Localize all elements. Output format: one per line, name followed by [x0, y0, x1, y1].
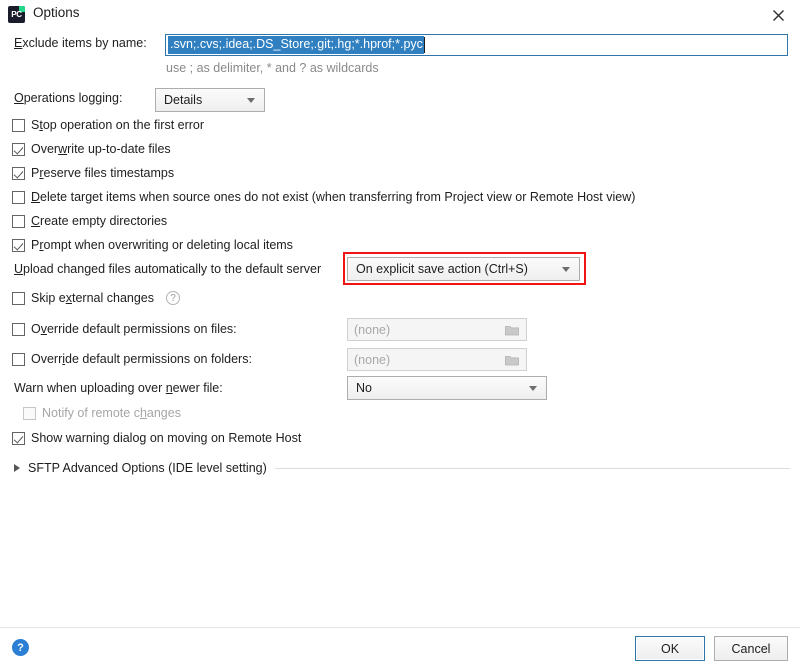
chevron-down-icon — [529, 386, 537, 391]
checkbox-label-post: de default permissions on folders: — [65, 352, 252, 366]
override-permissions-files-value: (none) — [354, 322, 391, 337]
checkbox-label-pre: Overr — [31, 352, 63, 366]
checkbox-box — [23, 406, 36, 420]
checkbox-box — [12, 431, 25, 445]
checkbox-label-pre: O — [31, 322, 41, 336]
pycharm-icon: PC — [8, 6, 25, 23]
chevron-down-icon — [562, 267, 570, 272]
warn-newer-file-label-mnemonic: n — [165, 381, 173, 395]
close-icon[interactable] — [764, 4, 792, 26]
exclude-items-input[interactable]: .svn;.cvs;.idea;.DS_Store;.git;.hg;*.hpr… — [165, 34, 788, 56]
checkbox-label-pre: Over — [31, 142, 59, 156]
cancel-button[interactable]: Cancel — [714, 636, 788, 661]
checkbox-box — [12, 190, 25, 204]
exclude-items-label: Exclude items by name: — [14, 36, 147, 50]
checkbox-label-post: op operation on the first error — [42, 118, 205, 132]
exclude-items-hint: use ; as delimiter, * and ? as wildcards — [166, 61, 379, 75]
separator — [274, 467, 790, 469]
checkbox-box — [12, 118, 25, 132]
warn-newer-file-label-pre: Warn when uploading over — [14, 381, 166, 395]
checkbox-label-mnemonic: D — [31, 190, 41, 204]
chevron-right-icon — [14, 464, 20, 472]
override-permissions-folders-input[interactable]: (none) — [347, 348, 527, 371]
title-bar: PC Options — [0, 0, 800, 28]
checkbox-label-pre: Notify of remote c — [42, 406, 140, 420]
checkbox-delete-target-items[interactable]: Delete target items when source ones do … — [12, 190, 635, 204]
checkbox-label-post: anges — [146, 406, 181, 420]
help-circle-icon[interactable]: ? — [12, 639, 29, 656]
checkbox-box — [12, 214, 25, 228]
upload-changed-files-select[interactable]: On explicit save action (Ctrl+S) — [347, 257, 580, 281]
folder-icon[interactable] — [505, 354, 519, 369]
checkbox-skip-external-changes[interactable]: Skip external changes — [12, 291, 154, 305]
checkbox-label-post: reate empty directories — [40, 214, 168, 228]
sftp-advanced-options-toggle[interactable]: SFTP Advanced Options (IDE level setting… — [14, 459, 790, 477]
warn-newer-file-label-post: ewer file: — [172, 381, 223, 395]
checkbox-box — [12, 352, 25, 366]
checkbox-box — [12, 142, 25, 156]
pycharm-icon-label: PC — [11, 10, 22, 19]
checkbox-show-warning-dialog[interactable]: Show warning dialog on moving on Remote … — [12, 431, 301, 445]
checkbox-label-mnemonic: C — [31, 214, 41, 228]
ok-button[interactable]: OK — [635, 636, 705, 661]
checkbox-label-post: eserve files timestamps — [43, 166, 175, 180]
checkbox-label-mnemonic: h — [139, 406, 147, 420]
checkbox-preserve-files-timestamps[interactable]: Preserve files timestamps — [12, 166, 174, 180]
warn-newer-file-value: No — [356, 381, 372, 395]
checkbox-create-empty-directories[interactable]: Create empty directories — [12, 214, 167, 228]
checkbox-notify-remote-changes: Notify of remote changes — [23, 406, 181, 420]
operations-logging-label-text: perations logging: — [23, 91, 123, 105]
options-dialog: PC Options Exclude items by name: .svn;.… — [0, 0, 800, 668]
override-permissions-files-input[interactable]: (none) — [347, 318, 527, 341]
checkbox-box — [12, 238, 25, 252]
checkbox-overwrite-up-to-date-files[interactable]: Overwrite up-to-date files — [12, 142, 171, 156]
checkbox-label-post: ompt when overwriting or deleting local … — [43, 238, 293, 252]
exclude-items-input-value: .svn;.cvs;.idea;.DS_Store;.git;.hg;*.hpr… — [168, 36, 424, 54]
checkbox-prompt-when-overwriting[interactable]: Prompt when overwriting or deleting loca… — [12, 238, 293, 252]
question-circle-icon[interactable]: ? — [166, 291, 180, 305]
checkbox-label-mnemonic: w — [58, 142, 68, 156]
checkbox-box — [12, 322, 25, 336]
dialog-title: Options — [33, 5, 80, 20]
upload-changed-files-value: On explicit save action (Ctrl+S) — [356, 262, 528, 276]
checkbox-label-pre: Skip e — [31, 291, 66, 305]
warn-newer-file-select[interactable]: No — [347, 376, 547, 400]
upload-changed-files-label-mnemonic: U — [14, 262, 24, 276]
checkbox-stop-operation-on-first-error[interactable]: Stop operation on the first error — [12, 118, 204, 132]
upload-changed-files-label-text: pload changed files automatically to the… — [23, 262, 322, 276]
checkbox-override-permissions-files[interactable]: Override default permissions on files: — [12, 322, 237, 336]
folder-icon[interactable] — [505, 324, 519, 339]
operations-logging-select[interactable]: Details — [155, 88, 265, 112]
exclude-items-label-text: xclude items by name: — [22, 36, 147, 50]
checkbox-label: Show warning dialog on moving on Remote … — [31, 431, 302, 445]
upload-changed-files-label: Upload changed files automatically to th… — [14, 262, 321, 276]
checkbox-label-post: rite up-to-date files — [67, 142, 171, 156]
checkbox-label-post: erride default permissions on files: — [46, 322, 237, 336]
warn-newer-file-label: Warn when uploading over newer file: — [14, 381, 223, 395]
checkbox-box — [12, 291, 25, 305]
operations-logging-label: Operations logging: — [14, 91, 122, 105]
sftp-advanced-options-label: SFTP Advanced Options (IDE level setting… — [28, 461, 267, 475]
text-caret — [423, 37, 425, 53]
operations-logging-value: Details — [164, 93, 203, 107]
checkbox-label-post: ternal changes — [72, 291, 155, 305]
footer-separator — [0, 627, 800, 628]
checkbox-label-post: elete target items when source ones do n… — [40, 190, 636, 204]
chevron-down-icon — [247, 98, 255, 103]
operations-logging-label-mnemonic: O — [14, 91, 24, 105]
checkbox-box — [12, 166, 25, 180]
checkbox-override-permissions-folders[interactable]: Override default permissions on folders: — [12, 352, 252, 366]
override-permissions-folders-value: (none) — [354, 352, 391, 367]
